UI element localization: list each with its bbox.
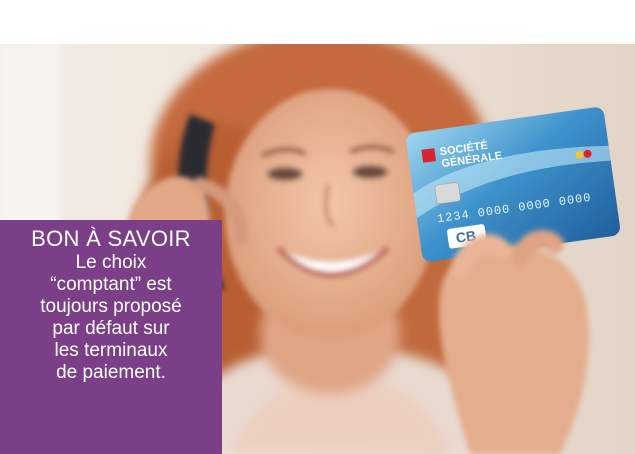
info-box-title: BON À SAVOIR <box>31 226 191 251</box>
credit-card: SOCIÉTÉ GÉNÉRALE 1234 0000 0000 0000 CB <box>406 107 620 262</box>
chip-icon <box>434 182 461 205</box>
face <box>225 89 435 339</box>
info-box-line: par défaut sur <box>52 318 170 339</box>
top-banner <box>0 0 635 45</box>
info-box: BON À SAVOIR Le choix “comptant” est tou… <box>0 220 222 454</box>
info-box-line: de paiement. <box>56 362 166 383</box>
bank-logo-icon <box>421 148 437 163</box>
info-box-line: “comptant” est <box>50 274 172 295</box>
info-box-line: Le choix <box>75 252 147 273</box>
info-box-line: les terminaux <box>54 340 168 361</box>
right-hand <box>439 230 589 454</box>
info-box-line: toujours proposé <box>40 296 182 317</box>
